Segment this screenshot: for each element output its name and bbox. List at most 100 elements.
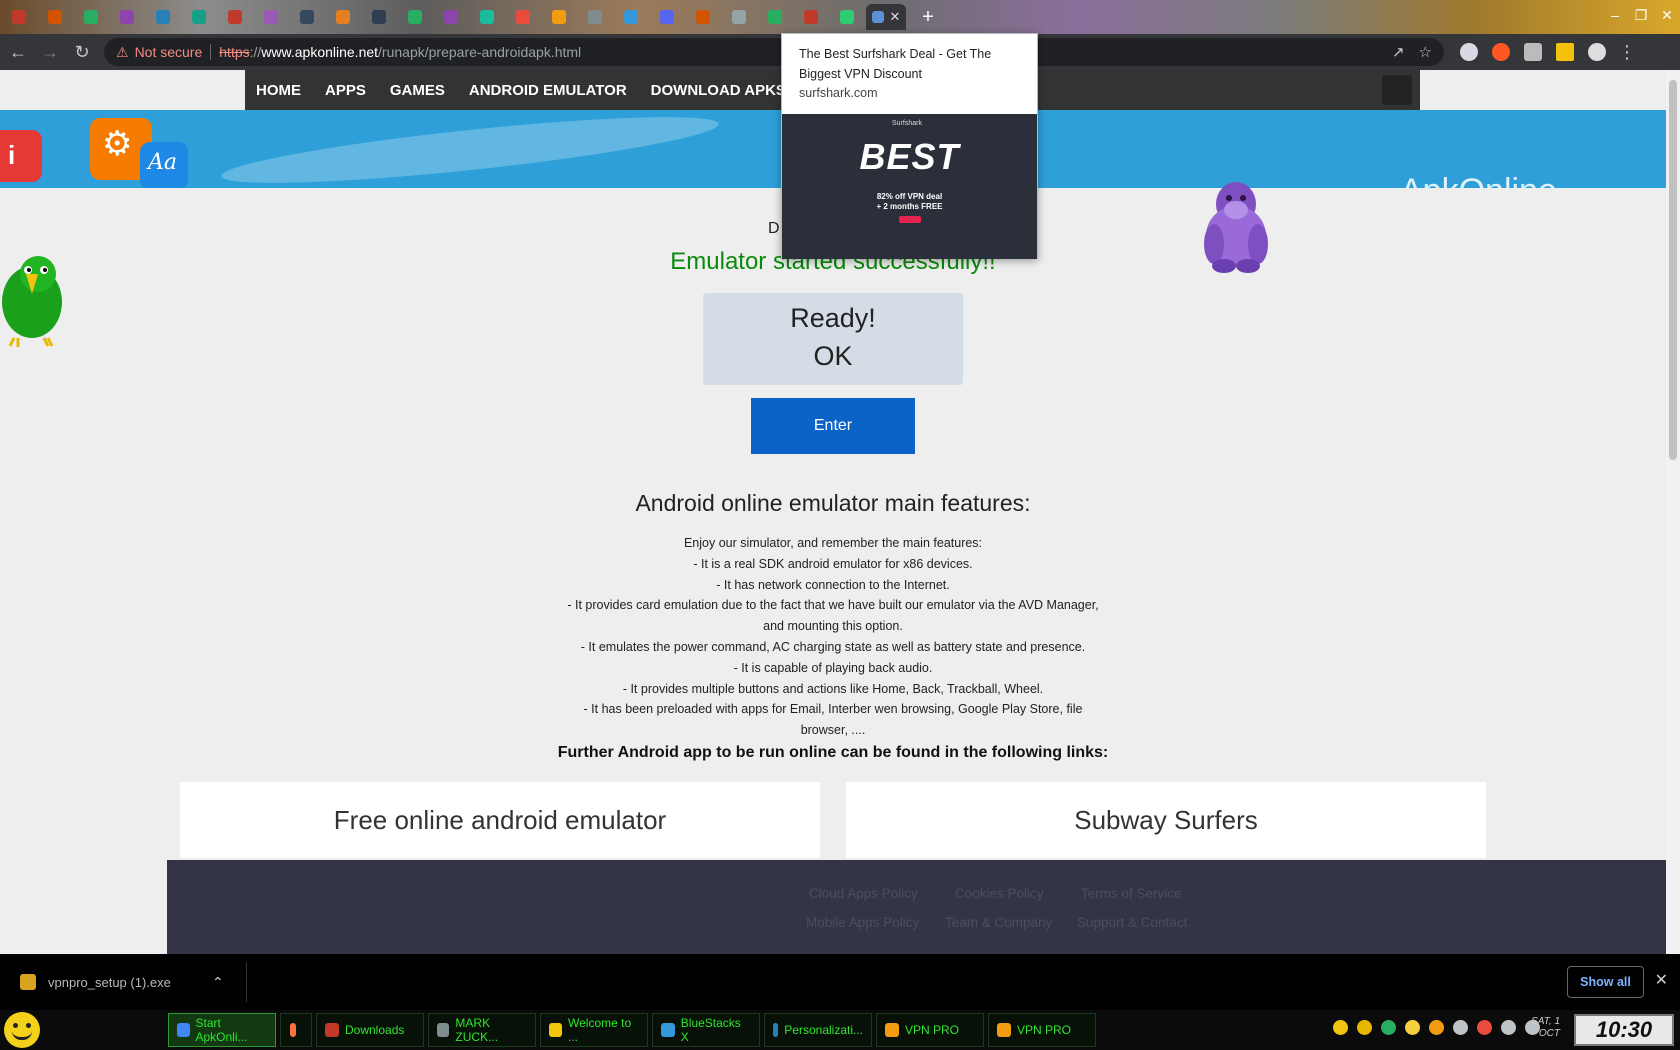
back-button[interactable]: ← (4, 38, 32, 66)
nav-download-apks[interactable]: DOWNLOAD APKS (651, 82, 786, 99)
taskbar-item-label: MARK ZUCK... (455, 1016, 499, 1044)
extension-fire-icon[interactable] (1492, 43, 1510, 61)
nav-games[interactable]: GAMES (390, 82, 445, 99)
forward-button[interactable]: → (36, 38, 64, 66)
taskbar-item[interactable]: Welcome to ... (540, 1013, 648, 1047)
show-all-button[interactable]: Show all (1567, 966, 1644, 998)
side-panel-icon[interactable] (1556, 43, 1574, 61)
share-icon[interactable]: ↗ (1392, 43, 1405, 61)
card-free-online-android-emulator[interactable]: Free online android emulator (180, 782, 820, 858)
taskbar-item[interactable]: Start ApkOnli... (168, 1013, 276, 1047)
minimize-button[interactable]: – (1602, 0, 1628, 30)
page-scrollbar[interactable] (1666, 70, 1680, 954)
footer-link-support-contact[interactable]: Support & Contact (1077, 915, 1187, 930)
footer-link-team-company[interactable]: Team & Company (945, 915, 1052, 930)
warning-icon: ⚠ (116, 43, 129, 60)
nav-home[interactable]: HOME (256, 82, 301, 99)
reload-button[interactable]: ↻ (68, 38, 96, 66)
card-title: Free online android emulator (333, 804, 667, 835)
browser-tab[interactable] (290, 4, 324, 30)
tray-icon[interactable] (1501, 1020, 1516, 1035)
browser-tab[interactable] (326, 4, 360, 30)
new-tab-button[interactable]: + (916, 6, 940, 29)
footer-link-mobile-apps-policy[interactable]: Mobile Apps Policy (806, 915, 919, 930)
tray-icon[interactable] (1333, 1020, 1348, 1035)
close-window-button[interactable]: ✕ (1654, 0, 1680, 30)
browser-tab[interactable] (74, 4, 108, 30)
taskbar-item-label: Welcome to ... (568, 1016, 632, 1044)
ad-cta-button[interactable] (899, 216, 921, 223)
browser-tab[interactable] (146, 4, 180, 30)
browser-tab[interactable] (686, 4, 720, 30)
browser-tab[interactable] (398, 4, 432, 30)
browser-tab[interactable] (614, 4, 648, 30)
browser-tab[interactable] (38, 4, 72, 30)
tab-close-icon[interactable]: ✕ (890, 9, 901, 25)
nav-menu-toggle[interactable] (1382, 75, 1412, 105)
taskbar-item[interactable]: Personalizati... (764, 1013, 872, 1047)
bookmark-star-icon[interactable]: ☆ (1419, 43, 1432, 61)
scrollbar-thumb[interactable] (1669, 80, 1677, 460)
browser-tab[interactable] (758, 4, 792, 30)
tray-clock[interactable]: 10:30 (1574, 1014, 1674, 1046)
browser-tab[interactable] (470, 4, 504, 30)
browser-tab[interactable] (578, 4, 612, 30)
address-bar[interactable]: ⚠ Not secure https :// www.apkonline.net… (104, 38, 1444, 66)
chevron-up-icon[interactable]: ⌃ (212, 974, 224, 991)
more-menu-icon[interactable]: ⋮ (1618, 42, 1636, 63)
ad-popup[interactable]: The Best Surfshark Deal - Get The Bigges… (781, 33, 1038, 259)
card-subway-surfers[interactable]: Subway Surfers (846, 782, 1486, 858)
reload-icon: ↻ (74, 41, 90, 62)
footer-link-terms[interactable]: Terms of Service (1081, 886, 1182, 901)
ad-title[interactable]: The Best Surfshark Deal - Get The Bigges… (799, 44, 1024, 84)
tray-icon[interactable] (1453, 1020, 1468, 1035)
ad-image[interactable]: Surfshark BEST 82% off VPN deal + 2 mont… (782, 114, 1037, 259)
download-filename[interactable]: vpnpro_setup (1).exe (48, 975, 208, 990)
footer-link-cloud-apps-policy[interactable]: Cloud Apps Policy (809, 886, 918, 901)
extensions-area (1460, 43, 1606, 61)
security-status[interactable]: Not secure (135, 44, 203, 60)
nav-android-emulator[interactable]: ANDROID EMULATOR (469, 82, 627, 99)
taskbar-item[interactable]: BlueStacks X (652, 1013, 760, 1047)
taskbar-item[interactable]: VPN PRO (876, 1013, 984, 1047)
tray-icon[interactable] (1405, 1020, 1420, 1035)
extension-icon[interactable] (1460, 43, 1478, 61)
browser-tab[interactable] (254, 4, 288, 30)
restore-button[interactable]: ❐ (1628, 0, 1654, 30)
footer-link-cookies-policy[interactable]: Cookies Policy (955, 886, 1044, 901)
browser-tab[interactable] (830, 4, 864, 30)
taskbar-item-label: BlueStacks X (680, 1016, 741, 1044)
browser-tab[interactable] (110, 4, 144, 30)
tab-favicon-icon (516, 10, 530, 24)
browser-tab[interactable] (650, 4, 684, 30)
browser-tab[interactable] (506, 4, 540, 30)
browser-tab[interactable] (362, 4, 396, 30)
browser-tab[interactable] (2, 4, 36, 30)
close-icon[interactable]: ✕ (1655, 970, 1668, 990)
tab-list (0, 4, 864, 30)
taskbar-item[interactable]: Downloads (316, 1013, 424, 1047)
tab-favicon-icon (480, 10, 494, 24)
tray-icon[interactable] (1381, 1020, 1396, 1035)
enter-button[interactable]: Enter (751, 398, 915, 454)
tray-icon[interactable] (1477, 1020, 1492, 1035)
nav-apps[interactable]: APPS (325, 82, 366, 99)
tray-icon[interactable] (1357, 1020, 1372, 1035)
tray-icon[interactable] (1429, 1020, 1444, 1035)
tab-favicon-icon (552, 10, 566, 24)
start-button[interactable] (0, 1010, 44, 1050)
browser-tab[interactable] (794, 4, 828, 30)
tab-active[interactable]: ✕ (866, 4, 906, 30)
taskbar-item[interactable]: MARK ZUCK... (428, 1013, 536, 1047)
browser-tab[interactable] (182, 4, 216, 30)
tab-favicon-icon (120, 10, 134, 24)
browser-tab[interactable] (218, 4, 252, 30)
tray-date-day: SAT, 1 (1531, 1016, 1560, 1027)
browser-tab[interactable] (434, 4, 468, 30)
profile-avatar-icon[interactable] (1588, 43, 1606, 61)
browser-tab[interactable] (542, 4, 576, 30)
taskbar-item[interactable]: VPN PRO (988, 1013, 1096, 1047)
browser-tab[interactable] (722, 4, 756, 30)
puzzle-icon[interactable] (1524, 43, 1542, 61)
taskbar-item[interactable] (280, 1013, 312, 1047)
